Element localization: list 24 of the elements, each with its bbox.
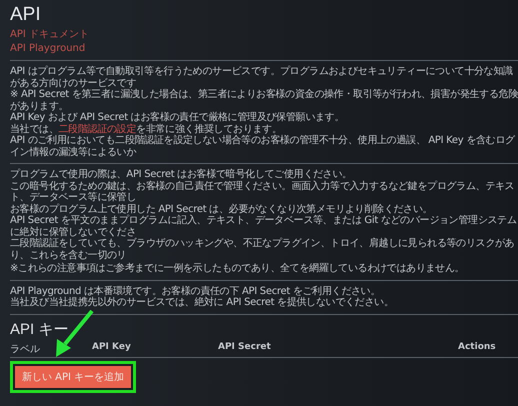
add-key-button[interactable]: 新しい API キーを追加 <box>15 366 132 388</box>
notice-text: API はプログラム等で自動取引等を行うためのサービスです。プログラムおよびセキュリティーについて十分な知識がある方向けのサービスです <box>10 66 514 88</box>
notice-text: ※ API Secret を第三者に漏洩した場合は、第三者によりお客様の資金の操作・取引等が行われ、損害が発生する危険があります。 <box>10 89 518 112</box>
notice-text: API Key および API Secret はお客様の責任で厳格に管理及び保管願います。 <box>10 112 346 124</box>
notice-text: API Playground は本番環境です。お客様の責任の下 API Secret をご利用ください。 <box>10 286 382 296</box>
notice-text: お客様のプログラム上で使用した API Secret は、必要がなくなり次第メモリより削除ください。 <box>10 204 434 214</box>
notice-text: API Secret を平文のままプログラムに記入、テキスト、データベース等、または Git などのバージョン管理システムに絶対に保管しないでくださ <box>10 215 518 238</box>
notice-text: 当社及び当社提携先以外のサービスでは、絶対に API Secret を提供しないでください。 <box>10 297 395 308</box>
notice-text: 当社では、二段階認証の設定を非常に強く推奨しております。 <box>10 124 283 134</box>
section-heading: API キー <box>10 320 70 338</box>
arrow-annotation <box>54 310 94 358</box>
column-header: API Secret <box>218 342 272 354</box>
column-header: Actions <box>458 342 496 354</box>
doc-link[interactable]: API Playground <box>10 43 86 54</box>
notice-text: API のご利用においても二段階認証を設定しない場合等のお客様の管理不十分、使用上の過誤、 API Key を含むログイン情報の漏洩等によるいか <box>10 135 516 158</box>
page-title: API <box>10 4 42 26</box>
column-header: ラベル <box>10 342 41 356</box>
notice-text: この暗号化するための鍵は、お客様の自己責任で管理ください。画面入力等で入力するなど鍵をプログラム、テキスト、データベース等に保管し <box>10 180 516 204</box>
notice-text: 二段階認証をしていても、ブラウザのハッキングや、不正なプラグイン、トロイ、肩越しに見られる等のリスクがあり、これらを含む一切のリ <box>10 238 516 261</box>
column-header: API Key <box>92 342 132 354</box>
doc-link[interactable]: API ドキュメント <box>10 29 89 40</box>
settings-link[interactable]: 二段階認証の設定 <box>58 124 136 134</box>
note-text: ※これらの注意事項はご参考までに一例を示したものであり、全てを網羅しているわけではありません。 <box>10 263 466 274</box>
notice-text: プログラムで使用の際は、API Secret はお客様で暗号化してご使用ください。 <box>10 169 353 180</box>
